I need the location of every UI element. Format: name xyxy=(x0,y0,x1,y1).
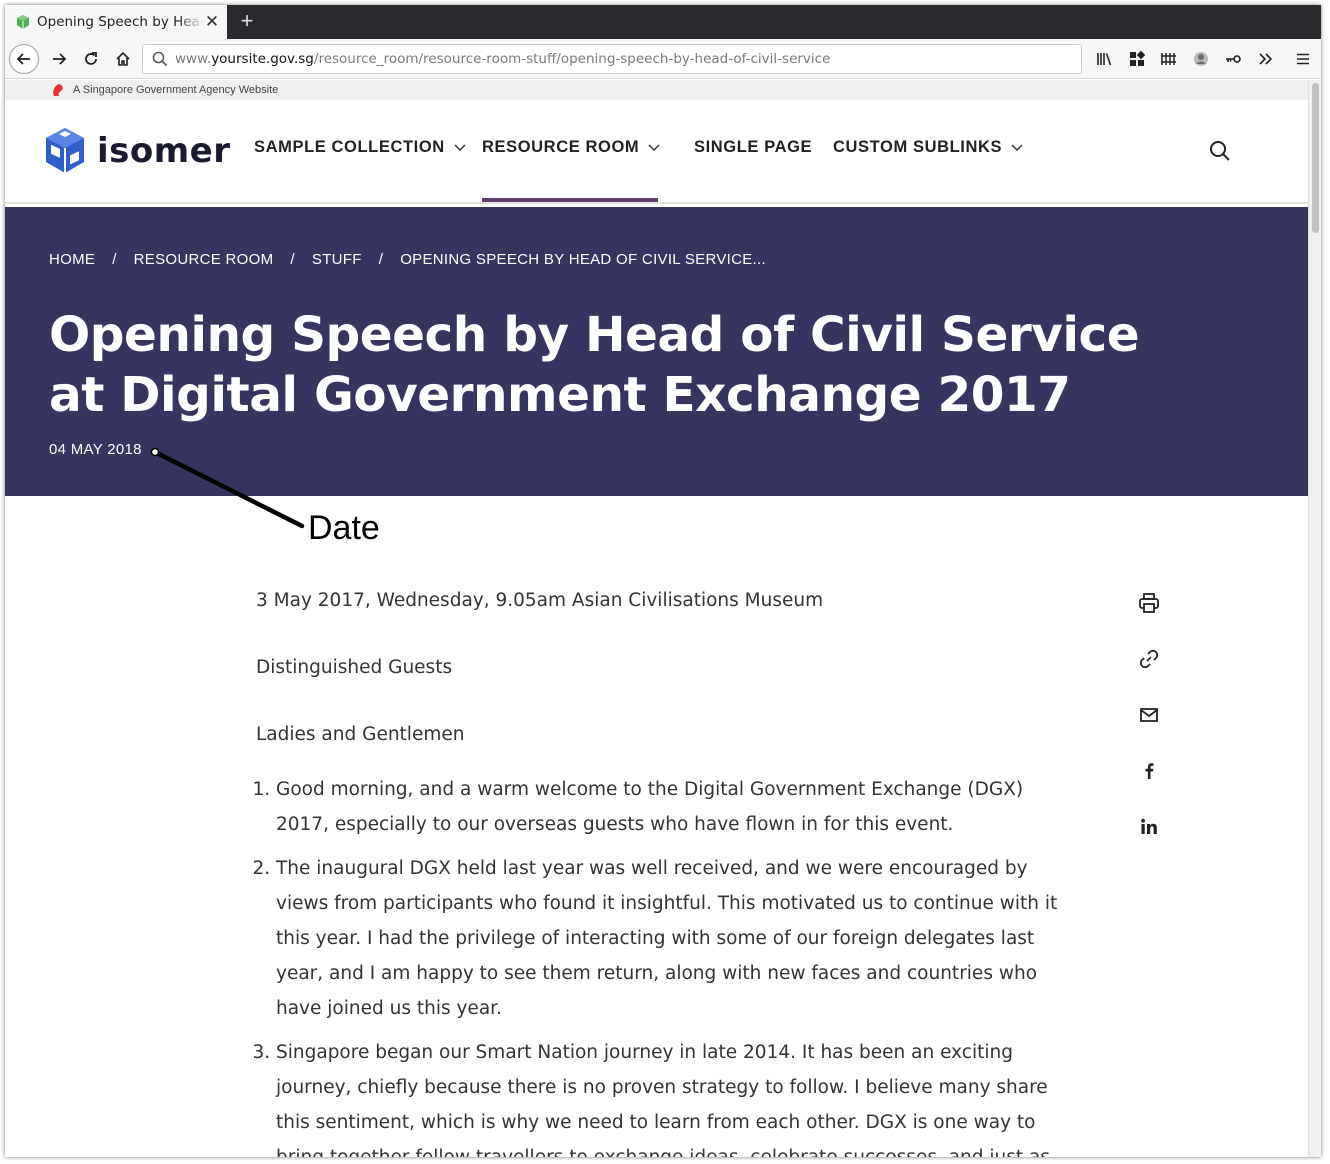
publish-date: 04 MAY 2018 xyxy=(49,441,142,458)
back-arrow-icon[interactable] xyxy=(9,44,39,74)
email-icon[interactable] xyxy=(1135,701,1163,729)
article-body: 3 May 2017, Wednesday, 9.05am Asian Civi… xyxy=(256,583,1066,1157)
chevron-down-icon xyxy=(648,143,660,151)
menu-custom-sublinks[interactable]: CUSTOM SUBLINKS xyxy=(833,138,1023,157)
url-prefix: www. xyxy=(175,51,212,67)
menu-label: CUSTOM SUBLINKS xyxy=(833,138,1003,156)
article-paragraph: 3 May 2017, Wednesday, 9.05am Asian Civi… xyxy=(256,590,824,611)
list-item: Singapore began our Smart Nation journey… xyxy=(276,1035,1066,1157)
article-paragraph: Ladies and Gentlemen xyxy=(256,724,465,745)
scrollbar-thumb[interactable] xyxy=(1312,83,1319,233)
page-hero: HOME / RESOURCE ROOM / STUFF / OPENING S… xyxy=(5,207,1308,496)
logo-wordmark: isomer xyxy=(97,131,231,171)
active-menu-underline xyxy=(482,198,658,202)
hamburger-menu-icon[interactable] xyxy=(1289,45,1317,73)
browser-tab[interactable]: Opening Speech by Head of Civil Service … xyxy=(5,5,227,39)
site-header: isomer SAMPLE COLLECTION RESOURCE ROOM S… xyxy=(5,100,1308,204)
navigation-toolbar: www. yoursite.gov.sg/resource_room/resour… xyxy=(5,39,1321,79)
breadcrumb-home[interactable]: HOME xyxy=(49,251,95,268)
forward-arrow-icon[interactable] xyxy=(45,45,73,73)
list-item: Good morning, and a warm welcome to the … xyxy=(276,772,1066,842)
isomer-cube-icon xyxy=(46,128,84,173)
close-tab-icon[interactable]: ✕ xyxy=(203,13,221,31)
share-rail xyxy=(1135,589,1163,869)
page-title: Opening Speech by Head of Civil Service … xyxy=(49,307,1140,423)
annotation-label: Date xyxy=(308,509,380,547)
browser-window: Opening Speech by Head of Civil Service … xyxy=(5,5,1321,1157)
breadcrumb: HOME / RESOURCE ROOM / STUFF / OPENING S… xyxy=(49,251,766,268)
menu-label: RESOURCE ROOM xyxy=(482,138,640,156)
breadcrumb-separator: / xyxy=(112,251,117,268)
menu-sample-collection[interactable]: SAMPLE COLLECTION xyxy=(254,138,466,157)
reload-icon[interactable] xyxy=(77,45,105,73)
extensions-grid-icon[interactable] xyxy=(1123,45,1151,73)
gov-masthead-text: A Singapore Government Agency Website xyxy=(73,84,279,96)
library-icon[interactable] xyxy=(1091,45,1119,73)
menu-label: SINGLE PAGE xyxy=(694,138,813,156)
facebook-icon[interactable] xyxy=(1135,757,1163,785)
article-numbered-list: Good morning, and a warm welcome to the … xyxy=(276,772,1066,1157)
site-logo[interactable]: isomer xyxy=(43,126,231,176)
avatar-extension-icon[interactable] xyxy=(1187,45,1215,73)
breadcrumb-resource-room[interactable]: RESOURCE ROOM xyxy=(134,251,274,268)
singapore-lion-icon xyxy=(51,83,65,97)
site-search-icon[interactable] xyxy=(1209,140,1235,166)
menu-resource-room[interactable]: RESOURCE ROOM xyxy=(482,138,660,157)
list-item: The inaugural DGX held last year was wel… xyxy=(276,851,1066,1026)
url-path: /resource_room/resource-room-stuff/openi… xyxy=(313,51,831,67)
link-icon[interactable] xyxy=(1135,645,1163,673)
breadcrumb-separator: / xyxy=(378,251,384,268)
url-host: yoursite.gov.sg xyxy=(211,51,314,67)
chevron-down-icon xyxy=(454,143,466,151)
site-favicon-icon xyxy=(15,14,31,30)
tab-bar: Opening Speech by Head of Civil Service … xyxy=(5,5,1321,39)
breadcrumb-separator: / xyxy=(290,251,295,268)
tab-title: Opening Speech by Head of Civil Service xyxy=(37,14,203,30)
key-icon[interactable] xyxy=(1219,45,1247,73)
menu-label: SAMPLE COLLECTION xyxy=(254,138,445,156)
search-icon xyxy=(152,51,168,71)
page-scrollbar[interactable] xyxy=(1308,80,1321,1157)
print-icon[interactable] xyxy=(1135,589,1163,617)
overflow-chevrons-icon[interactable] xyxy=(1251,45,1279,73)
new-tab-icon[interactable]: + xyxy=(235,9,259,35)
breadcrumb-stuff[interactable]: STUFF xyxy=(312,251,362,268)
fence-extension-icon[interactable] xyxy=(1155,45,1183,73)
home-icon[interactable] xyxy=(109,45,137,73)
address-bar[interactable]: www. yoursite.gov.sg/resource_room/resour… xyxy=(142,44,1082,74)
article-paragraph: Distinguished Guests xyxy=(256,657,453,678)
menu-single-page[interactable]: SINGLE PAGE xyxy=(694,138,812,157)
linkedin-icon[interactable] xyxy=(1135,813,1163,841)
chevron-down-icon xyxy=(1011,143,1023,151)
breadcrumb-current: OPENING SPEECH BY HEAD OF CIVIL SERVICE.… xyxy=(400,251,766,268)
gov-masthead: A Singapore Government Agency Website xyxy=(5,80,1308,100)
